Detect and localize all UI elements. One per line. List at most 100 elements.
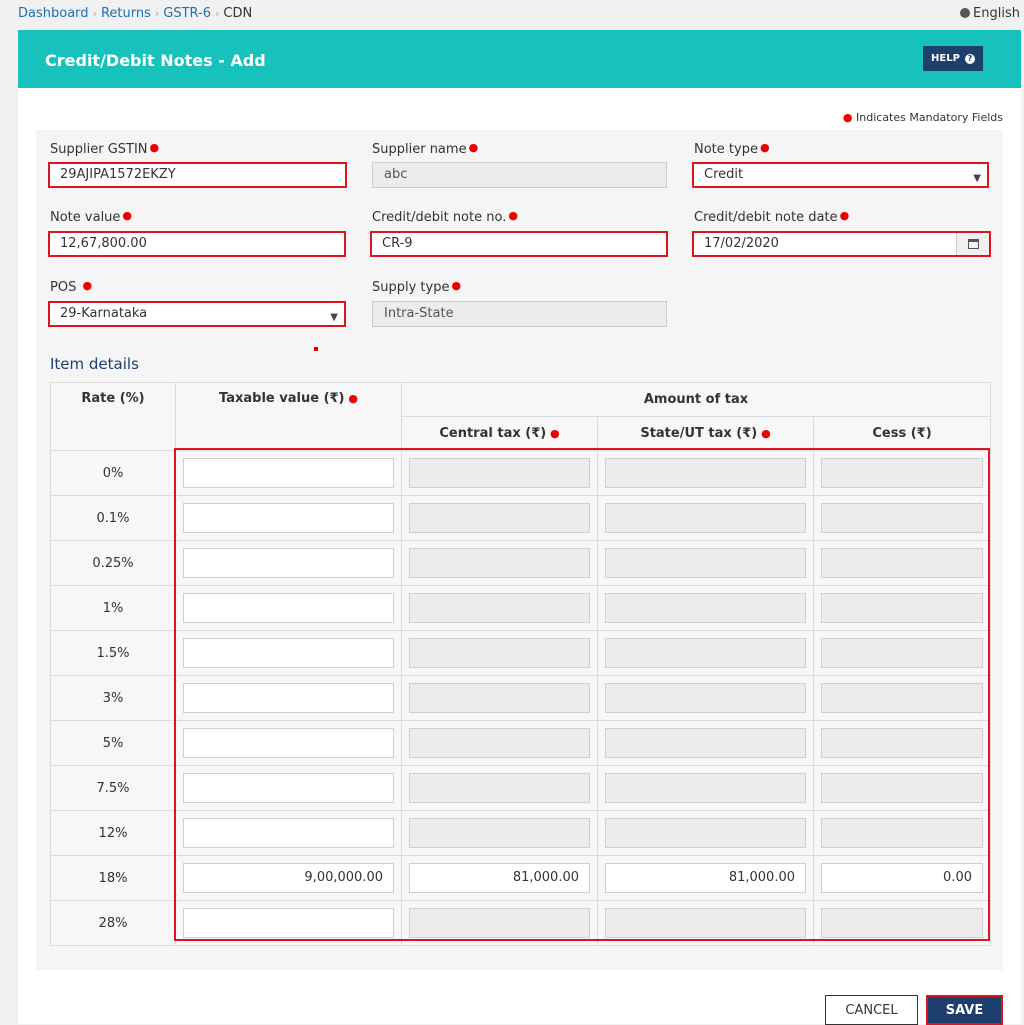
rate-cell: 1.5% [50,630,176,676]
taxable-value-input[interactable] [183,683,394,713]
required-dot-icon: ● [839,209,850,222]
breadcrumb-returns[interactable]: Returns [101,6,151,21]
central-tax-input [409,638,590,668]
breadcrumb: Dashboard › Returns › GSTR-6 › CDN [18,6,252,21]
rate-cell: 0% [50,450,176,496]
central-tax-input [409,728,590,758]
table-cell [175,675,402,721]
taxable-value-input[interactable] [183,908,394,938]
note-date-input[interactable]: 17/02/2020 [692,231,991,257]
supplier-name-label-text: Supplier name [372,142,467,157]
save-button[interactable]: SAVE [926,995,1003,1025]
pos-label: POS ● [50,279,92,295]
state-tax-input [605,728,806,758]
breadcrumb-dashboard[interactable]: Dashboard [18,6,89,21]
central-tax-header: Central tax (₹) ● [401,416,598,451]
date-picker-button[interactable] [956,233,989,255]
supply-type-label-text: Supply type [372,280,450,295]
state-tax-input [605,548,806,578]
question-icon: ? [964,53,975,64]
required-dot-icon: ● [759,141,770,154]
note-date-label-text: Credit/debit note date [694,210,838,225]
central-tax-input[interactable]: 81,000.00 [409,863,590,893]
table-row: 0.25% [50,540,991,586]
header-bar: Credit/Debit Notes - Add HELP ? [18,30,1021,88]
table-row: 1.5% [50,630,991,676]
note-no-label: Credit/debit note no. ● [372,209,518,225]
breadcrumb-current: CDN [223,6,253,21]
help-button[interactable]: HELP ? [923,46,983,71]
supply-type-field: Intra-State [372,301,667,327]
state-tax-input [605,638,806,668]
taxable-value-input[interactable] [183,638,394,668]
help-label: HELP [931,53,960,64]
required-dot-icon: ● [757,427,771,440]
central-tax-input [409,773,590,803]
taxable-value-input[interactable] [183,548,394,578]
item-details-table: Rate (%) Taxable value (₹) ● Amount of t… [50,382,991,946]
note-value-label-text: Note value [50,210,121,225]
top-bar: Dashboard › Returns › GSTR-6 › CDN English [0,0,1024,30]
table-cell: 81,000.00 [401,855,598,901]
cancel-button[interactable]: CANCEL [825,995,918,1025]
table-cell [597,900,814,946]
calendar-icon [967,239,979,249]
language-label: English [973,6,1020,21]
taxable-value-input[interactable]: 9,00,000.00 [183,863,394,893]
table-row: 0% [50,450,991,496]
supplier-gstin-input[interactable]: 29AJIPA1572EKZY [48,162,347,188]
table-cell [175,540,402,586]
chevron-right-icon: › [154,7,160,20]
required-dot-icon: ● [149,141,160,154]
mandatory-note-text: Indicates Mandatory Fields [856,111,1003,124]
table-row: 28% [50,900,991,946]
rate-cell: 3% [50,675,176,721]
cess-input [821,908,983,938]
table-cell [401,810,598,856]
note-type-select[interactable]: Credit ▼ [692,162,989,188]
note-no-input[interactable]: CR-9 [370,231,668,257]
rate-cell: 1% [50,585,176,631]
taxable-value-input[interactable] [183,593,394,623]
central-tax-input [409,908,590,938]
supplier-name-label: Supplier name ● [372,141,478,157]
table-cell [597,720,814,766]
table-row: 1% [50,585,991,631]
note-no-label-text: Credit/debit note no. [372,210,507,225]
table-cell [175,630,402,676]
cess-input [821,458,983,488]
taxable-value-input[interactable] [183,773,394,803]
required-dot-icon: ● [451,279,462,292]
breadcrumb-gstr6[interactable]: GSTR-6 [163,6,211,21]
required-dot-icon: ● [344,392,358,405]
central-tax-input [409,548,590,578]
cess-input[interactable]: 0.00 [821,863,983,893]
pos-select[interactable]: 29-Karnataka ▼ [48,301,346,327]
state-tax-input[interactable]: 81,000.00 [605,863,806,893]
note-value-input[interactable]: 12,67,800.00 [48,231,346,257]
rate-cell: 28% [50,900,176,946]
taxable-value-input[interactable] [183,503,394,533]
supplier-gstin-label-text: Supplier GSTIN [50,142,148,157]
table-cell [401,765,598,811]
language-selector[interactable]: English [960,6,1020,21]
cess-input [821,548,983,578]
note-type-label-text: Note type [694,142,758,157]
table-cell [813,495,991,541]
taxable-value-input[interactable] [183,818,394,848]
table-cell [597,585,814,631]
taxable-value-input[interactable] [183,728,394,758]
taxable-value-input[interactable] [183,458,394,488]
table-row: 3% [50,675,991,721]
chevron-down-icon: ▼ [330,312,338,323]
table-row: 5% [50,720,991,766]
table-cell [401,495,598,541]
table-cell [597,540,814,586]
required-dot-icon: ● [842,111,853,124]
cess-input [821,593,983,623]
supplier-name-field: abc [372,162,667,188]
state-tax-input [605,683,806,713]
item-rows: 0% 0.1% 0.25% 1% 1.5% 3% 5% 7.5% 12% 18% 9,00,000.… [50,450,991,946]
required-dot-icon: ● [82,279,93,292]
required-dot-icon: ● [546,427,560,440]
